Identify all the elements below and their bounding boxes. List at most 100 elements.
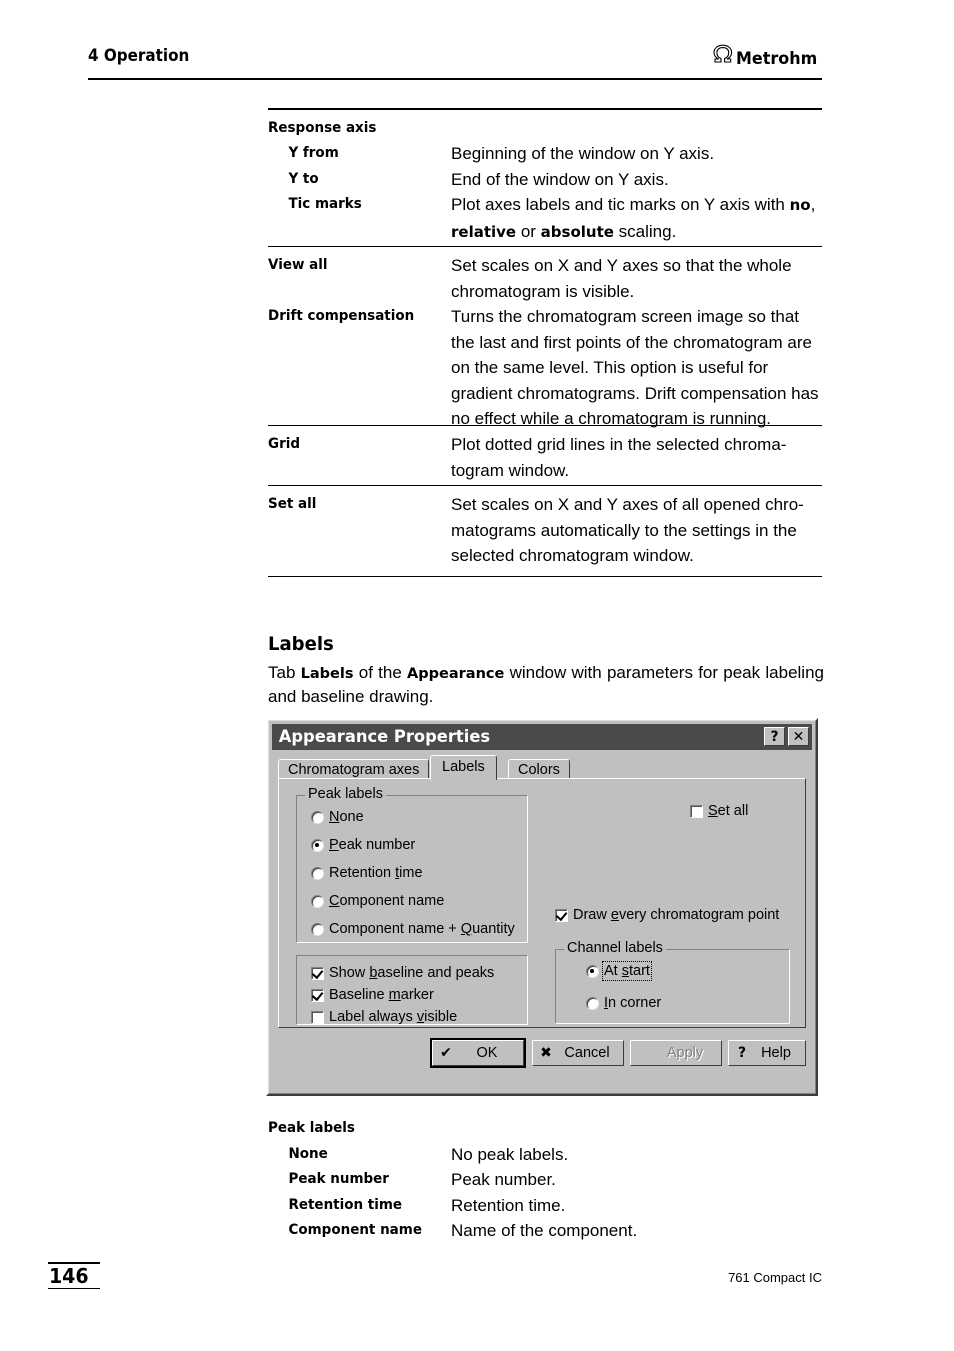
- radio-label: Component name + Quantity: [329, 921, 515, 937]
- row-term: Retention time: [288, 1196, 403, 1213]
- page-number: 146: [48, 1263, 89, 1288]
- row-term: None: [288, 1145, 328, 1162]
- row-term: Grid: [268, 436, 300, 452]
- radio-icon: [311, 838, 324, 852]
- table-row: Y from Beginning of the window on Y axis.: [268, 141, 822, 167]
- table-row: View all Set scales on X and Y axes so th…: [268, 253, 822, 304]
- table-group-heading: Response axis: [268, 119, 377, 136]
- radio-peak-label-component-name-quantity[interactable]: Component name + Quantity: [311, 920, 515, 938]
- header-divider: [88, 78, 822, 80]
- table-row: Retention time Retention time.: [268, 1193, 822, 1219]
- table-rule: [268, 575, 822, 578]
- radio-icon: [586, 996, 599, 1010]
- radio-peak-label-peak-number[interactable]: Peak number: [311, 836, 415, 854]
- table-row: Grid Plot dotted grid lines in the select…: [268, 432, 822, 483]
- question-icon: ?: [737, 1045, 747, 1061]
- definition-table: View all Set scales on X and Y axes so th…: [268, 246, 822, 439]
- peak-labels-group: Peak labels None Peak number Retention t…: [296, 787, 528, 943]
- radio-peak-label-component-name[interactable]: Component name: [311, 892, 444, 910]
- section-title: Labels: [268, 633, 334, 655]
- row-description: Set scales on X and Y axes so that the w…: [451, 256, 792, 301]
- checkbox-set-all[interactable]: Set all: [690, 802, 748, 820]
- tab-chromatogram-axes[interactable]: Chromatogram axes: [278, 759, 430, 780]
- radio-label: Peak number: [329, 837, 416, 853]
- table-body: Grid Plot dotted grid lines in the select…: [268, 426, 822, 490]
- chapter-title: 4 Operation: [88, 46, 190, 65]
- help-title-button[interactable]: ?: [764, 727, 785, 746]
- row-description: Beginning of the window on Y axis.: [451, 144, 715, 164]
- checkbox-show-baseline-and-peaks[interactable]: Show baseline and peaks: [311, 964, 494, 982]
- ok-button[interactable]: ✔ OK: [430, 1038, 526, 1068]
- radio-icon: [586, 964, 599, 978]
- row-term: Set all: [268, 496, 317, 512]
- apply-button-label: Apply: [666, 1045, 704, 1061]
- cancel-button-label: Cancel: [564, 1045, 610, 1061]
- radio-label: Component name: [329, 893, 445, 909]
- radio-peak-label-none[interactable]: None: [311, 808, 364, 826]
- footer-document-name: 761 Compact IC: [728, 1270, 822, 1285]
- row-description: Plot dotted grid lines in the selected c…: [451, 435, 787, 480]
- checkbox-draw-every-chromatogram-point[interactable]: Draw every chromatogram point: [555, 906, 779, 924]
- row-term: View all: [268, 257, 328, 273]
- table-body: Set all Set scales on X and Y axes of all…: [268, 486, 822, 576]
- channel-labels-legend: Channel labels: [564, 941, 666, 956]
- radio-label: In corner: [604, 995, 662, 1011]
- section-paragraph: Tab Labels of the Appearance window with…: [268, 663, 824, 706]
- cancel-button[interactable]: ✖ Cancel: [532, 1040, 624, 1066]
- radio-channel-label-in-corner[interactable]: In corner: [586, 994, 661, 1012]
- checkbox-label: Label always visible: [329, 1009, 458, 1025]
- help-button[interactable]: ? Help: [728, 1040, 806, 1066]
- definition-table: Set all Set scales on X and Y axes of all…: [268, 485, 822, 578]
- radio-channel-label-at-start[interactable]: At start: [586, 961, 652, 981]
- footer-rule-bottom: [48, 1287, 100, 1290]
- row-term: Component name: [288, 1222, 422, 1238]
- appearance-properties-dialog: Appearance Properties ? ✕ Chromatogram a…: [266, 718, 818, 1096]
- table-row: Y to End of the window on Y axis.: [268, 167, 822, 193]
- page-header: 4 Operation Metrohm: [88, 44, 822, 78]
- tab-labels[interactable]: Labels: [430, 755, 497, 780]
- radio-label: At start: [602, 961, 652, 981]
- row-term: Drift compensation: [268, 308, 415, 324]
- check-icon: ✔: [440, 1045, 452, 1061]
- checkbox-icon: [311, 988, 324, 1002]
- checkbox-icon: [555, 908, 568, 922]
- peak-labels-legend: Peak labels: [305, 787, 386, 802]
- table-body: Response axis Y from Beginning of the wind…: [268, 110, 822, 253]
- row-description: No peak labels.: [451, 1144, 569, 1164]
- radio-icon: [311, 810, 324, 824]
- row-description: Name of the component.: [451, 1221, 638, 1240]
- close-title-button[interactable]: ✕: [788, 727, 809, 746]
- radio-icon: [311, 922, 324, 936]
- cross-icon: ✖: [540, 1045, 552, 1061]
- checkbox-icon: [311, 966, 324, 980]
- checkbox-label: Baseline marker: [329, 987, 434, 1003]
- table-row: Peak number Peak number.: [268, 1167, 822, 1193]
- table-group-heading: Peak labels: [268, 1120, 355, 1136]
- radio-icon: [311, 866, 324, 880]
- row-description: Retention time.: [451, 1195, 566, 1215]
- table-row: Component name Name of the component.: [268, 1218, 822, 1244]
- table-row: Set all Set scales on X and Y axes of all…: [268, 492, 822, 569]
- checkbox-label-always-visible[interactable]: Label always visible: [311, 1008, 457, 1026]
- footer-page-block: 146: [48, 1262, 100, 1290]
- apply-button: Apply: [630, 1040, 722, 1066]
- table-row: None No peak labels.: [268, 1142, 822, 1168]
- dialog-titlebar[interactable]: Appearance Properties ? ✕: [272, 724, 812, 750]
- labels-tab-panel: Peak labels None Peak number Retention t…: [278, 778, 806, 1028]
- checkbox-label: Set all: [708, 803, 749, 819]
- row-description: Set scales on X and Y axes of all opened…: [451, 495, 804, 565]
- definition-table: Response axis Y from Beginning of the wind…: [268, 108, 822, 252]
- dialog-button-bar: ✔ OK ✖ Cancel Apply ? Help: [278, 1038, 806, 1070]
- row-description: End of the window on Y axis.: [451, 169, 669, 189]
- row-description: Turns the chromatogram screen image so t…: [451, 307, 819, 428]
- table-body: View all Set scales on X and Y axes so th…: [268, 247, 822, 439]
- row-description: Plot axes labels and tic marks on Y axis…: [451, 195, 816, 241]
- channel-labels-group: Channel labels At start In corner: [555, 941, 790, 1024]
- radio-icon: [311, 894, 324, 908]
- titlebar-buttons: ? ✕: [764, 727, 809, 746]
- radio-peak-label-retention-time[interactable]: Retention time: [311, 864, 423, 882]
- checkbox-baseline-marker[interactable]: Baseline marker: [311, 986, 434, 1004]
- tab-colors[interactable]: Colors: [508, 759, 570, 780]
- radio-label: Retention time: [329, 865, 423, 881]
- peak-labels-definition-table: Peak labels None No peak labels. Peak numbe…: [268, 1116, 822, 1244]
